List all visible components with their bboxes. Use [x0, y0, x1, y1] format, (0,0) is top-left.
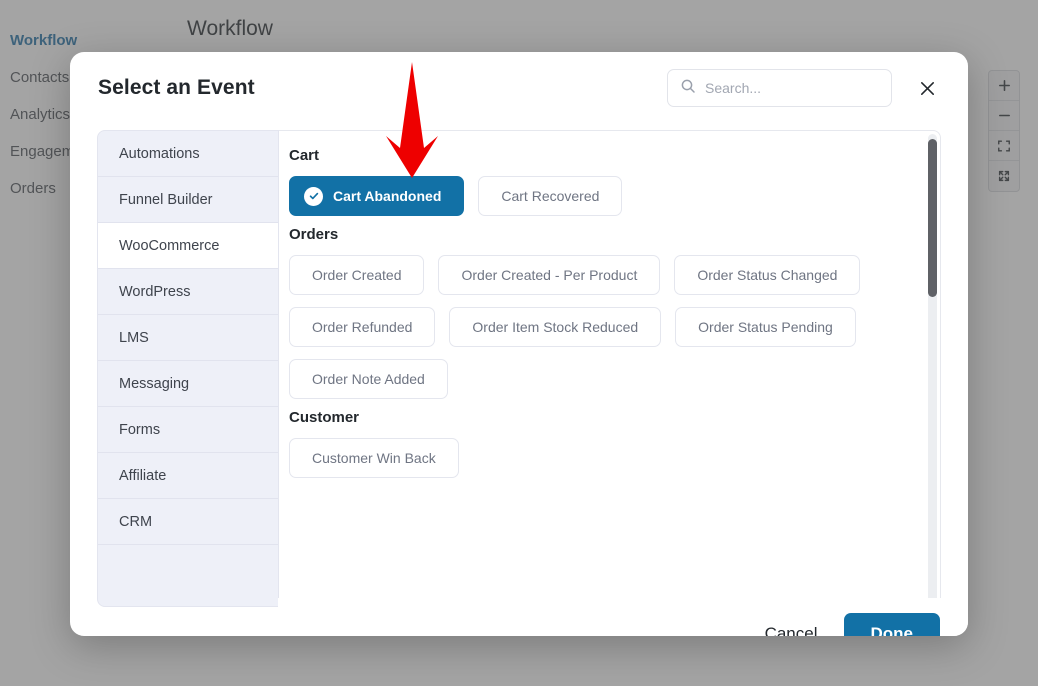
event-chip-label: Order Note Added — [312, 371, 425, 387]
modal-title: Select an Event — [98, 76, 255, 99]
event-panel-scrollbar[interactable] — [928, 134, 937, 603]
search-input[interactable] — [705, 80, 879, 96]
event-chip-order-status-pending[interactable]: Order Status Pending — [675, 307, 856, 347]
modal-footer: Cancel Done — [278, 598, 968, 636]
category-sidebar: Automations Funnel Builder WooCommerce Word… — [97, 130, 279, 607]
event-chip-label: Customer Win Back — [312, 450, 436, 466]
event-chip-label: Cart Recovered — [501, 188, 600, 204]
event-chip-label: Order Status Pending — [698, 319, 833, 335]
check-circle-icon — [304, 186, 323, 206]
modal-header: Select an Event — [70, 52, 968, 124]
event-chip-label: Order Created - Per Product — [461, 267, 638, 283]
event-chip-label: Cart Abandoned — [333, 188, 442, 204]
category-item-wordpress[interactable]: WordPress — [98, 269, 278, 315]
cancel-button[interactable]: Cancel — [765, 624, 818, 636]
category-item-forms[interactable]: Forms — [98, 407, 278, 453]
event-chip-customer-win-back[interactable]: Customer Win Back — [289, 438, 459, 478]
category-item-crm[interactable]: CRM — [98, 499, 278, 545]
event-group-title-customer: Customer — [289, 409, 360, 426]
event-chip-order-created-per-product[interactable]: Order Created - Per Product — [438, 255, 661, 295]
event-chip-order-status-changed[interactable]: Order Status Changed — [674, 255, 861, 295]
category-item-lms[interactable]: LMS — [98, 315, 278, 361]
event-group-title-cart: Cart — [289, 147, 320, 164]
category-item-automations[interactable]: Automations — [98, 131, 278, 177]
event-chip-order-note-added[interactable]: Order Note Added — [289, 359, 448, 399]
event-group-customer: Customer Win Back — [289, 438, 910, 478]
modal-body: Automations Funnel Builder WooCommerce Word… — [97, 130, 941, 607]
done-button[interactable]: Done — [843, 613, 940, 636]
event-list: Cart Cart Abandoned Cart Recovered Orders Or… — [279, 131, 928, 606]
event-panel: Cart Cart Abandoned Cart Recovered Orders Or… — [279, 130, 941, 607]
event-chip-label: Order Item Stock Reduced — [472, 319, 639, 335]
event-chip-label: Order Status Changed — [697, 267, 838, 283]
select-event-modal: Select an Event AutomationsFunnel Builde… — [70, 52, 968, 636]
category-item-funnel-builder[interactable]: Funnel Builder — [98, 177, 278, 223]
category-item-woocommerce[interactable]: WooCommerce — [98, 223, 278, 269]
event-chip-cart-recovered[interactable]: Cart Recovered — [478, 176, 623, 216]
event-chip-label: Order Created — [312, 267, 402, 283]
event-group-cart: Cart Abandoned Cart Recovered — [289, 176, 910, 216]
scrollbar-thumb[interactable] — [928, 139, 937, 297]
category-item-messaging[interactable]: Messaging — [98, 361, 278, 407]
search-box[interactable] — [667, 69, 892, 107]
event-chip-order-item-stock-reduced[interactable]: Order Item Stock Reduced — [449, 307, 662, 347]
event-chip-cart-abandoned[interactable]: Cart Abandoned — [289, 176, 465, 216]
event-chip-order-refunded[interactable]: Order Refunded — [289, 307, 436, 347]
search-icon — [680, 78, 696, 99]
category-item-affiliate[interactable]: Affiliate — [98, 453, 278, 499]
event-group-orders: Order Created Order Created - Per Product… — [289, 255, 910, 399]
event-chip-order-created[interactable]: Order Created — [289, 255, 425, 295]
event-chip-label: Order Refunded — [312, 319, 413, 335]
event-group-title-orders: Orders — [289, 226, 339, 243]
close-icon[interactable] — [914, 75, 940, 101]
